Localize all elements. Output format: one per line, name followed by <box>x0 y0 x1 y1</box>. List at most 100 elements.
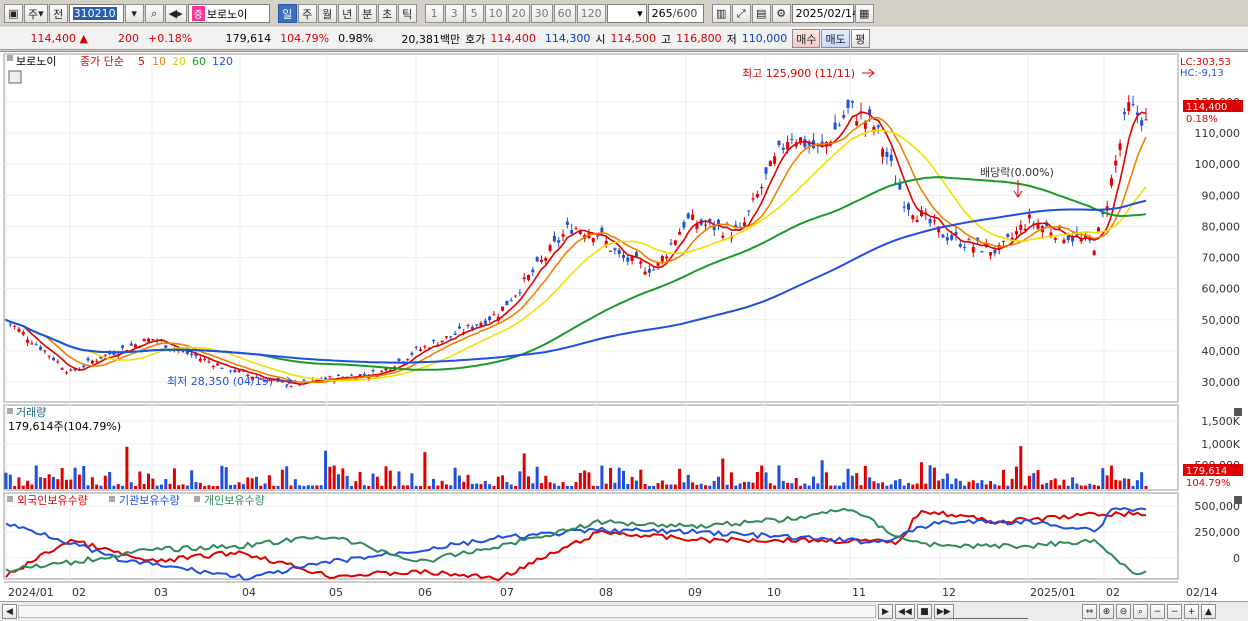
plus-icon[interactable]: + <box>1184 604 1199 619</box>
volume-bar <box>954 478 958 489</box>
interval-button-1[interactable]: 3 <box>444 4 464 23</box>
volume-bar <box>527 476 530 489</box>
minus-icon[interactable]: − <box>1150 604 1165 619</box>
candle-body <box>647 269 651 273</box>
interval-button-7[interactable]: 120 <box>576 4 606 23</box>
calculator-icon[interactable] <box>8 70 22 84</box>
stock-chart[interactable]: 120,000110,000100,00090,00080,00070,0006… <box>0 51 1248 601</box>
period-tab-1[interactable]: 주 <box>297 4 317 23</box>
interval-button-2[interactable]: 5 <box>464 4 484 23</box>
calendar-icon[interactable]: ▦ <box>854 4 874 23</box>
period-tab-0[interactable]: 일 <box>277 4 297 23</box>
candle-body <box>440 340 444 343</box>
volume-bar <box>349 485 353 489</box>
volume-bar <box>816 483 820 489</box>
count-input[interactable]: 265/600 <box>647 4 704 23</box>
volume-bar <box>729 472 733 489</box>
candle-body <box>69 369 73 371</box>
period-tab-6[interactable]: 틱 <box>397 4 417 23</box>
gear-icon[interactable]: ⚙ <box>771 4 791 23</box>
ma10-label: 10 <box>152 55 166 68</box>
buy-button[interactable]: 매수 <box>792 29 821 48</box>
volume-bar <box>1071 477 1075 489</box>
zoom-out-icon[interactable]: ⊖ <box>1116 604 1131 619</box>
draw-line-icon[interactable]: ⤢ <box>731 4 751 23</box>
stock-code-input[interactable]: 310210 <box>68 4 124 23</box>
scroll-left-icon[interactable]: ◀ <box>2 604 17 619</box>
candle-body <box>103 354 107 356</box>
save-icon[interactable]: ▤ <box>751 4 771 23</box>
zoom-slider[interactable] <box>950 604 1028 619</box>
rewind-icon[interactable]: ◀◀ <box>895 604 915 619</box>
magnifier-icon[interactable]: ⌕ <box>1133 604 1148 619</box>
volume-bar <box>518 471 522 489</box>
volume-bar <box>643 484 647 489</box>
period-type-select[interactable]: 주 ▾ <box>24 4 48 23</box>
search-icon[interactable]: ⌕ <box>144 4 164 23</box>
speaker-icon[interactable]: ◀▸ <box>164 4 187 23</box>
volume-bar <box>26 480 30 489</box>
candle-body <box>112 353 116 355</box>
volume-bar <box>548 482 552 489</box>
window-icon[interactable]: ▣ <box>4 4 23 23</box>
prev-button[interactable]: 전 <box>48 4 68 23</box>
scroll-track[interactable] <box>18 605 876 618</box>
candle-body <box>237 370 241 372</box>
zoom-in-icon[interactable]: ⊕ <box>1099 604 1114 619</box>
period-tab-3[interactable]: 년 <box>337 4 357 23</box>
volume-bar <box>43 478 47 489</box>
candle-body <box>544 258 548 261</box>
period-tab-2[interactable]: 월 <box>317 4 337 23</box>
interval-button-4[interactable]: 20 <box>507 4 530 23</box>
sell-button[interactable]: 매도 <box>821 29 850 48</box>
candle-body <box>90 360 94 364</box>
chevron-down-icon[interactable]: ▾ <box>124 4 144 23</box>
period-tab-4[interactable]: 분 <box>357 4 377 23</box>
stock-name-field[interactable]: 증 보로노이 <box>187 4 270 23</box>
minus-small-icon[interactable]: − <box>1167 604 1182 619</box>
panel-close-icon-2[interactable] <box>1234 496 1242 504</box>
interval-button-0[interactable]: 1 <box>424 4 444 23</box>
volume-bar <box>13 485 17 489</box>
volume-bar <box>561 481 565 489</box>
volume-bar <box>846 468 850 489</box>
candle-body <box>639 261 643 264</box>
interval-select[interactable]: ▾ <box>606 4 647 23</box>
candle-body <box>1122 112 1126 115</box>
volume-last-tag-text: 179,614 <box>1186 466 1227 477</box>
volume-bar <box>95 484 99 489</box>
eval-button[interactable]: 평 <box>850 29 870 48</box>
volume-bar <box>725 484 729 489</box>
volume-bar <box>634 480 638 489</box>
candle-body <box>950 235 954 240</box>
volume-bar <box>522 453 526 489</box>
interval-button-5[interactable]: 30 <box>530 4 553 23</box>
interval-button-3[interactable]: 10 <box>484 4 507 23</box>
volume-bar <box>315 485 319 489</box>
interval-button-6[interactable]: 60 <box>553 4 576 23</box>
volume-bar <box>436 485 440 489</box>
volume-bar <box>8 474 12 489</box>
volume-bar <box>755 471 759 489</box>
volume-bar <box>626 483 630 489</box>
volume-bar <box>669 484 673 489</box>
holdings-tick-label: 500,000 <box>1195 500 1241 513</box>
volume-bar <box>501 475 505 489</box>
date-input[interactable]: 2025/02/14 <box>791 4 859 23</box>
volume-bar <box>319 485 323 489</box>
candle-body <box>673 240 677 245</box>
period-tab-5[interactable]: 초 <box>377 4 397 23</box>
triangle-up-icon[interactable]: ▲ <box>1201 604 1216 619</box>
volume-bar <box>794 478 798 489</box>
panel-close-icon[interactable] <box>1234 408 1242 416</box>
candle-body <box>755 193 759 198</box>
x-axis-label: 05 <box>329 586 343 599</box>
candle-body <box>203 358 207 360</box>
candle-body <box>691 214 695 220</box>
volume-bar <box>483 480 487 489</box>
volume-bar <box>695 484 699 489</box>
scroll-right-icon[interactable]: ▶ <box>878 604 893 619</box>
stop-icon[interactable]: ■ <box>916 604 932 619</box>
zoom-fit-icon[interactable]: ⇔ <box>1082 604 1097 619</box>
chart-type-icon[interactable]: ▥ <box>711 4 731 23</box>
